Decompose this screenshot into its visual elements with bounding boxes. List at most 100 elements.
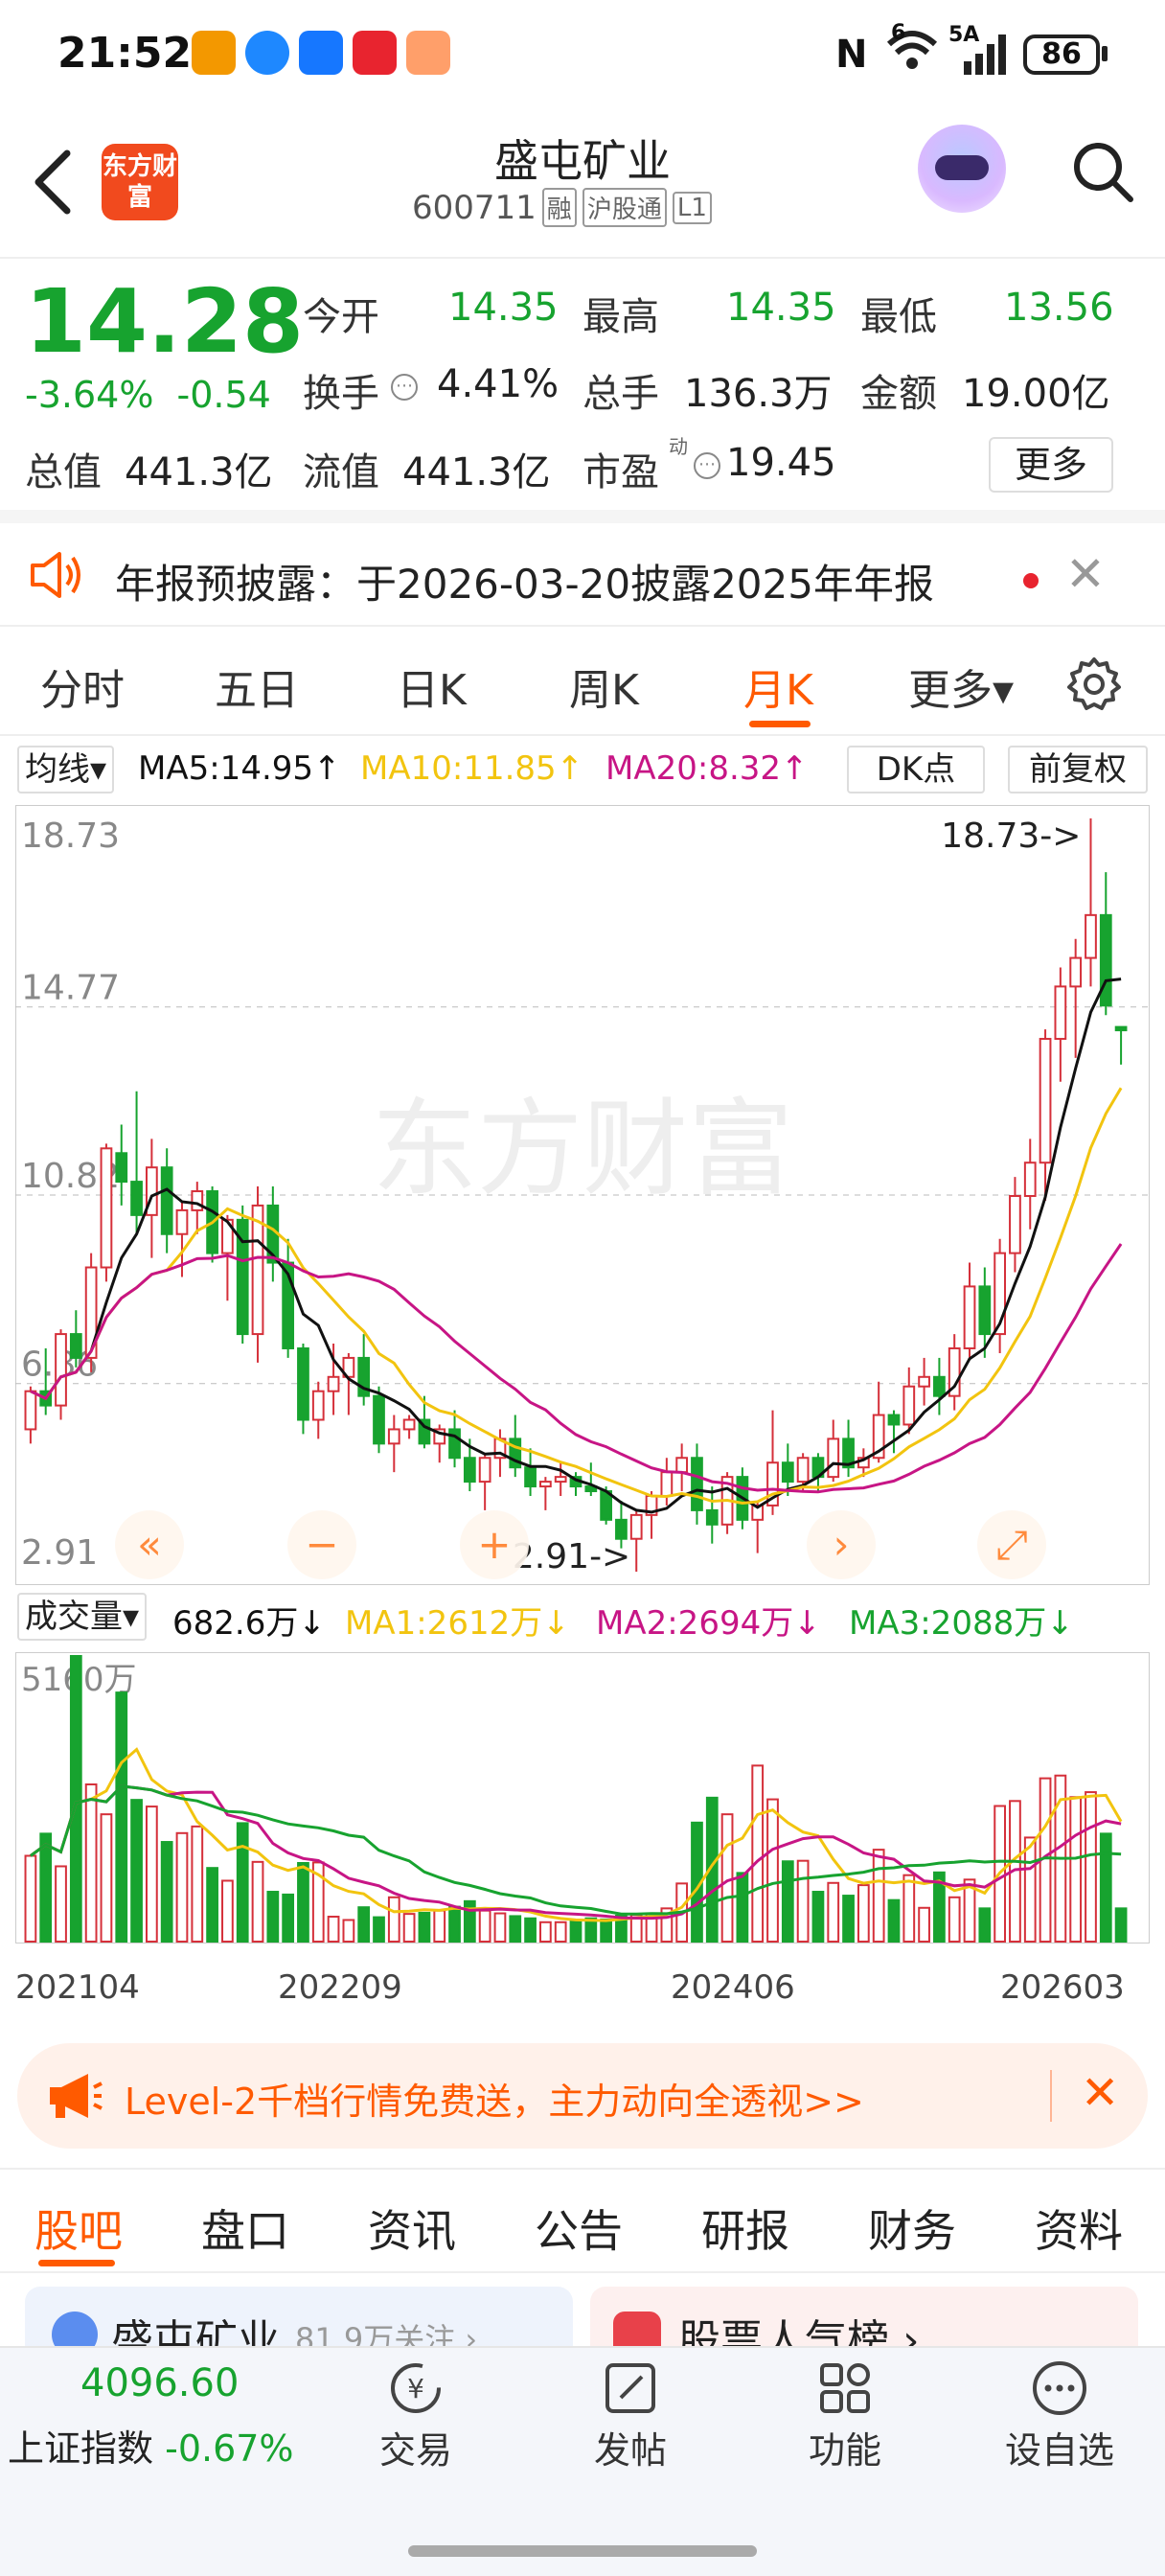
fullscreen-button[interactable]: ⤢: [977, 1510, 1046, 1579]
tab-research[interactable]: 研报: [701, 2196, 789, 2260]
volume-bar: [175, 1831, 189, 1943]
turnover-info-icon[interactable]: ⋯: [391, 374, 418, 401]
stock-header: 东方财富 盛屯矿业 600711 融 沪股通 L1: [0, 105, 1165, 259]
tab-news[interactable]: 资讯: [368, 2196, 456, 2260]
float-cap-value: 441.3亿: [402, 450, 551, 494]
tab-announcements[interactable]: 公告: [535, 2196, 623, 2260]
candle-down: [781, 1461, 794, 1484]
close-icon[interactable]: ✕: [1065, 546, 1106, 602]
volume-selector[interactable]: 成交量▾: [17, 1593, 148, 1641]
volume-bar: [1085, 1791, 1097, 1943]
ma-selector[interactable]: 均线▾: [17, 746, 115, 794]
turnover-label: 换手: [303, 372, 379, 416]
close-icon[interactable]: ✕: [1081, 2066, 1119, 2120]
tab-monthly-k[interactable]: 月K: [743, 656, 813, 717]
assistant-robot-icon[interactable]: [918, 125, 1006, 213]
tab-intraday[interactable]: 分时: [40, 656, 125, 717]
ranking-icon: [613, 2312, 661, 2346]
nav-trade[interactable]: ¥ 交易: [349, 2358, 483, 2473]
zoom-out-button[interactable]: −: [287, 1510, 356, 1579]
high-value: 14.35: [726, 286, 836, 330]
nav-functions[interactable]: 功能: [778, 2358, 912, 2473]
volume-bar: [327, 1916, 340, 1943]
tab-weekly-k[interactable]: 周K: [569, 656, 639, 717]
forum-card-title: 盛屯矿业: [111, 2316, 280, 2346]
volume-chart[interactable]: 5160万: [15, 1652, 1150, 1944]
tab-five-day[interactable]: 五日: [215, 656, 299, 717]
nav-trade-label: 交易: [378, 2429, 452, 2472]
tag-level: L1: [672, 191, 712, 224]
home-indicator: [408, 2545, 757, 2557]
candle-up: [1069, 956, 1083, 988]
tab-profile[interactable]: 资料: [1035, 2196, 1123, 2260]
more-quote-button[interactable]: 更多: [989, 437, 1113, 493]
network-type: 6: [891, 21, 906, 45]
scroll-left-button[interactable]: «: [115, 1510, 184, 1579]
search-icon[interactable]: [1069, 138, 1136, 205]
vol-ma2-value: MA2:2694万↓: [596, 1604, 821, 1643]
tab-finance[interactable]: 财务: [868, 2196, 956, 2260]
active-tab-indicator: [749, 721, 811, 727]
gear-icon[interactable]: [1065, 656, 1123, 717]
pe-info-icon[interactable]: ⋯: [694, 452, 720, 479]
price-change: -3.64% -0.54: [25, 374, 271, 416]
stock-code-line: 600711 融 沪股通 L1: [412, 188, 712, 227]
stock-forum-card[interactable]: 盛屯矿业 81.9万关注 ›: [25, 2287, 573, 2346]
volume-bar: [918, 1906, 930, 1944]
dk-point-button[interactable]: DK点: [847, 746, 985, 794]
volume-bar: [554, 1920, 567, 1944]
annual-report-notice[interactable]: 年报预披露：于2026-03-20披露2025年年报 ✕: [0, 523, 1165, 627]
nav-add-watchlist[interactable]: 设自选: [993, 2358, 1127, 2473]
volume-bar: [282, 1893, 295, 1944]
app-notification-icon: [192, 31, 236, 75]
y-axis-label: 18.73: [21, 816, 120, 856]
volume-bar: [751, 1764, 765, 1944]
scroll-right-button[interactable]: ›: [807, 1510, 876, 1579]
candle-down: [887, 1414, 901, 1426]
volume-bar: [206, 1867, 218, 1943]
candle-down: [115, 1152, 128, 1184]
tab-forum[interactable]: 股吧: [34, 2196, 123, 2260]
tab-more[interactable]: 更多▾: [908, 656, 1014, 717]
vol-ma3-value: MA3:2088万↓: [849, 1604, 1074, 1643]
nav-post[interactable]: 发帖: [563, 2358, 697, 2473]
level2-promo-banner[interactable]: Level-2千档行情免费送，主力动向全透视>> ✕: [17, 2043, 1148, 2149]
control-glyph: «: [137, 1521, 162, 1568]
control-glyph: ›: [834, 1521, 850, 1568]
market-cap-label: 总值: [25, 450, 102, 494]
zoom-in-button[interactable]: +: [460, 1510, 529, 1579]
volume-bar: [448, 1905, 461, 1943]
volume-bar: [766, 1798, 779, 1943]
notice-text: 年报预披露：于2026-03-20披露2025年年报: [115, 561, 934, 608]
ma5-value: MA5:14.95↑: [138, 749, 341, 788]
candle-up: [191, 1190, 204, 1211]
volume-bar: [1114, 1907, 1128, 1944]
index-change: -0.67%: [165, 2427, 294, 2470]
candle-up: [660, 1471, 674, 1498]
volume-bar: [130, 1799, 143, 1943]
volume-bar: [145, 1806, 158, 1943]
battery-icon: 86: [1023, 34, 1100, 75]
market-cap-value: 441.3亿: [125, 450, 273, 494]
tab-daily-k[interactable]: 日K: [397, 656, 467, 717]
volume-bar: [418, 1911, 431, 1944]
pe-value: 19.45: [726, 441, 836, 485]
nav-functions-label: 功能: [808, 2429, 881, 2472]
popularity-card[interactable]: 股票人气榜 ›: [590, 2287, 1138, 2346]
float-cap-label: 流值: [303, 450, 379, 494]
candle-down: [978, 1285, 992, 1336]
kline-chart[interactable]: 18.7314.7710.826.862.91东方财富18.73->2.91->…: [15, 805, 1150, 1585]
cards-row: 盛屯矿业 81.9万关注 › 股票人气榜 ›: [0, 2281, 1165, 2346]
candle-up: [918, 1375, 930, 1388]
candle-down: [130, 1181, 143, 1216]
volume-bar: [978, 1907, 992, 1944]
volume-bar: [463, 1899, 476, 1944]
volume-bar: [84, 1782, 98, 1943]
adjust-button[interactable]: 前复权: [1008, 746, 1148, 794]
volume-bar: [297, 1861, 309, 1943]
index-line[interactable]: 上证指数 -0.67%: [8, 2419, 294, 2472]
high-label: 最高: [582, 295, 659, 339]
index-value[interactable]: 4096.60: [80, 2361, 239, 2405]
tab-orderbook[interactable]: 盘口: [201, 2196, 289, 2260]
date-tick: 202209: [278, 1968, 402, 2007]
